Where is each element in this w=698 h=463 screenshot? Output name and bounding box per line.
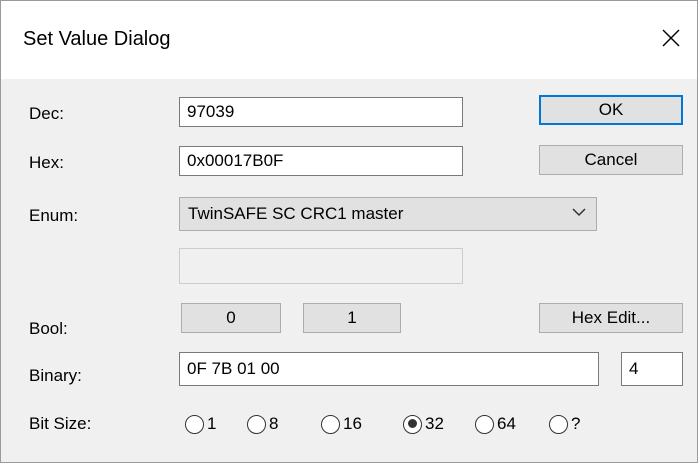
- radio-label: ?: [571, 414, 581, 433]
- hex-input[interactable]: 0x00017B0F: [179, 146, 463, 176]
- radio-label: 8: [269, 414, 279, 433]
- radio-icon: [549, 414, 568, 434]
- ok-button[interactable]: OK: [539, 95, 683, 125]
- bit-size-option-64[interactable]: 64: [475, 411, 516, 437]
- radio-label: 16: [343, 414, 362, 433]
- dec-input[interactable]: 97039: [179, 97, 463, 127]
- byte-count-field: 4: [621, 352, 683, 386]
- enum-selected-value: TwinSAFE SC CRC1 master: [188, 204, 404, 223]
- bool-true-button[interactable]: 1: [303, 303, 401, 333]
- close-button[interactable]: [651, 19, 691, 59]
- radio-selected-icon: [403, 414, 422, 434]
- radio-label: 64: [497, 414, 516, 433]
- radio-icon: [185, 414, 204, 434]
- binary-input[interactable]: 0F 7B 01 00: [179, 352, 599, 386]
- bit-size-option-16[interactable]: 16: [321, 411, 362, 437]
- radio-icon: [321, 414, 340, 434]
- title-bar: Set Value Dialog: [1, 1, 697, 79]
- hex-edit-button[interactable]: Hex Edit...: [539, 303, 683, 333]
- dec-label: Dec:: [29, 104, 64, 123]
- bit-size-option-unknown[interactable]: ?: [549, 411, 580, 437]
- chevron-down-icon: [572, 208, 586, 217]
- enum-description-field: [179, 248, 463, 284]
- dialog-title: Set Value Dialog: [23, 28, 171, 50]
- hex-label: Hex:: [29, 153, 64, 172]
- bool-false-button[interactable]: 0: [181, 303, 281, 333]
- close-icon: [662, 29, 680, 47]
- cancel-button[interactable]: Cancel: [539, 145, 683, 175]
- bit-size-option-32[interactable]: 32: [403, 411, 444, 437]
- bool-label: Bool:: [29, 319, 68, 338]
- enum-label: Enum:: [29, 206, 79, 225]
- radio-icon: [475, 414, 494, 434]
- bit-size-option-8[interactable]: 8: [247, 411, 278, 437]
- radio-icon: [247, 414, 266, 434]
- binary-label: Binary:: [29, 366, 82, 385]
- bit-size-option-1[interactable]: 1: [185, 411, 216, 437]
- enum-dropdown[interactable]: TwinSAFE SC CRC1 master: [179, 197, 597, 231]
- radio-label: 1: [207, 414, 217, 433]
- set-value-dialog: Set Value Dialog Dec: 97039 OK Hex: 0x00…: [0, 0, 698, 463]
- bit-size-label: Bit Size:: [29, 414, 92, 433]
- radio-label: 32: [425, 414, 444, 433]
